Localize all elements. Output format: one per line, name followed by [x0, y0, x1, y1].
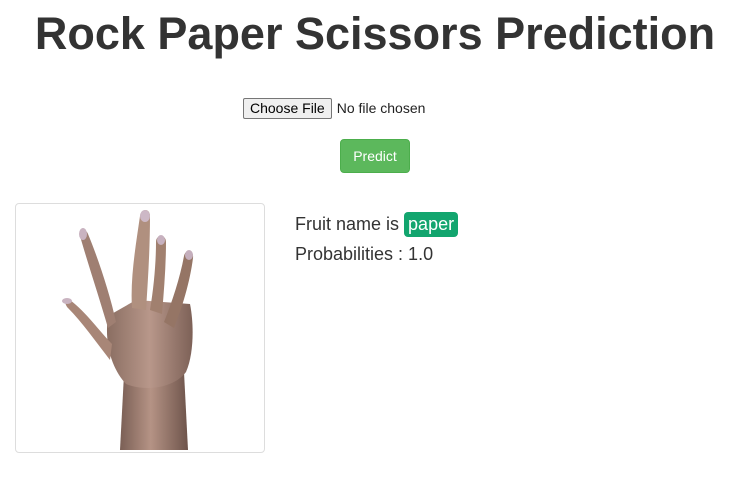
probability-text: Probabilities : 1.0	[295, 244, 434, 264]
fruit-name-line: Fruit name is paper	[295, 209, 459, 239]
uploaded-image	[15, 203, 265, 453]
choose-file-button[interactable]: Choose File	[243, 97, 332, 119]
file-status: No file chosen	[336, 100, 426, 116]
page: Rock Paper Scissors Prediction Choose Fi…	[0, 0, 736, 488]
hand-image	[62, 210, 194, 450]
predict-button[interactable]: Predict	[340, 139, 410, 173]
file-upload[interactable]: Choose File No file chosen	[243, 97, 425, 119]
prediction-result: Fruit name is paper Probabilities : 1.0	[295, 209, 459, 269]
page-title: Rock Paper Scissors Prediction	[34, 8, 716, 59]
prediction-badge: paper	[404, 212, 459, 237]
fruit-name-label: Fruit name is	[295, 214, 400, 234]
